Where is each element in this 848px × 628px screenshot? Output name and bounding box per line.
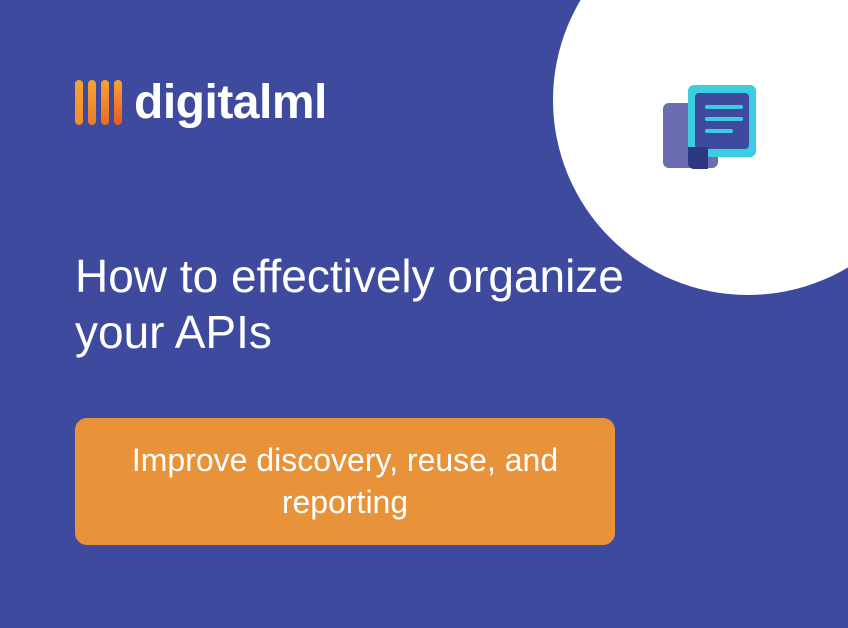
brand-logo: digitalml: [75, 75, 327, 130]
brand-name: digitalml: [134, 75, 327, 130]
headline-text: How to effectively organize your APIs: [75, 248, 635, 360]
cta-label: Improve discovery, reuse, and reporting: [105, 440, 585, 523]
logo-bars-icon: [75, 80, 122, 125]
document-icon: [663, 85, 758, 175]
cta-banner: Improve discovery, reuse, and reporting: [75, 418, 615, 545]
